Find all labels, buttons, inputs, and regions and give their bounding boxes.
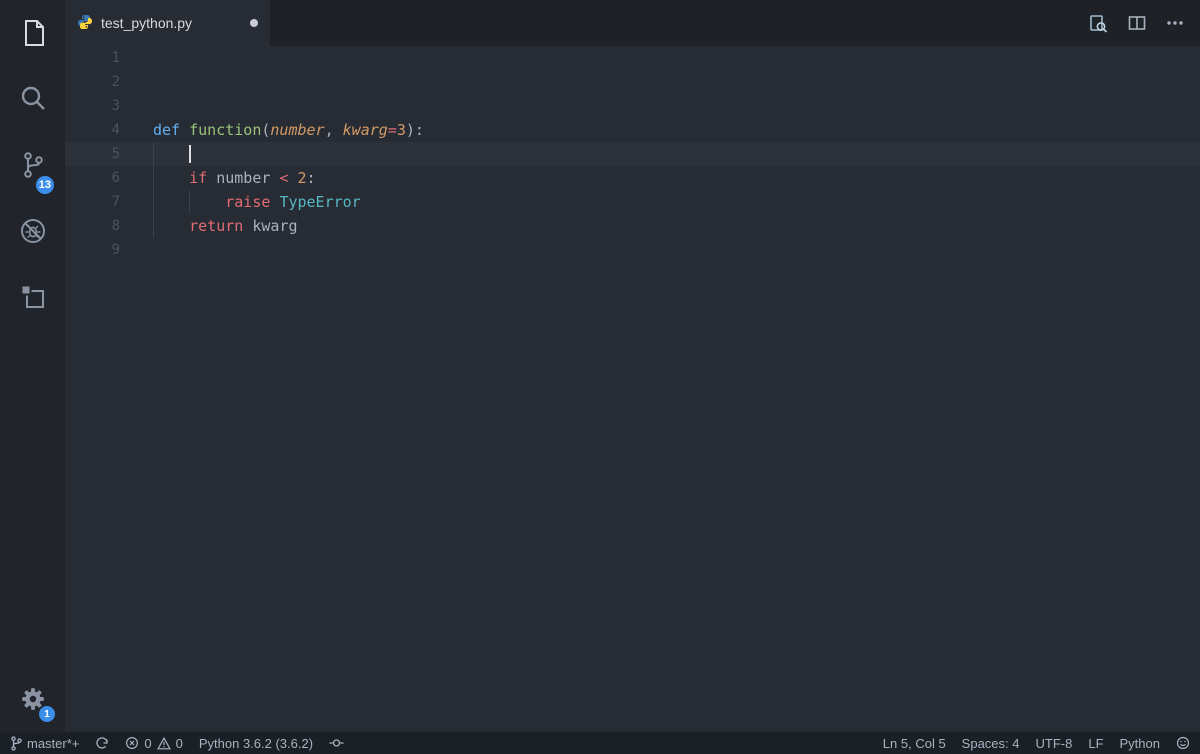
indentation-label: Spaces: 4 xyxy=(962,736,1020,751)
activity-bar: 13 xyxy=(0,0,65,732)
line-number: 5 xyxy=(65,142,153,166)
code-line xyxy=(153,238,1200,262)
code-line: def function(number, kwarg=3): xyxy=(153,118,1200,142)
editor-lines: 1234def function(number, kwarg=3):5 6 if… xyxy=(65,46,1200,262)
editor-line[interactable]: 7 raise TypeError xyxy=(65,190,1200,214)
python-interpreter-status[interactable]: Python 3.6.2 (3.6.2) xyxy=(199,736,313,751)
editor-line[interactable]: 8 return kwarg xyxy=(65,214,1200,238)
code-line xyxy=(153,94,1200,118)
settings-badge: 1 xyxy=(39,706,55,722)
debug-no-bug-icon xyxy=(18,216,48,246)
indent-guide xyxy=(189,190,190,214)
encoding-label: UTF-8 xyxy=(1036,736,1073,751)
indent-guide xyxy=(153,214,154,238)
error-count: 0 xyxy=(144,736,151,751)
indent-guide xyxy=(153,166,154,190)
line-number: 9 xyxy=(65,238,153,262)
editor-line[interactable]: 3 xyxy=(65,94,1200,118)
editor-line[interactable]: 9 xyxy=(65,238,1200,262)
explorer-files-icon xyxy=(18,17,48,49)
smiley-icon xyxy=(1176,736,1190,750)
language-label: Python xyxy=(1120,736,1160,751)
cursor-position-status[interactable]: Ln 5, Col 5 xyxy=(883,736,946,751)
line-col-label: Ln 5, Col 5 xyxy=(883,736,946,751)
search-icon xyxy=(18,84,48,114)
line-number: 2 xyxy=(65,70,153,94)
activity-source-control-button[interactable]: 13 xyxy=(0,132,65,198)
python-file-icon xyxy=(77,14,93,33)
editor-line[interactable]: 4def function(number, kwarg=3): xyxy=(65,118,1200,142)
editor-group: test_python.py xyxy=(65,0,1200,732)
tab-title: test_python.py xyxy=(101,15,192,31)
file-search-button[interactable] xyxy=(1088,14,1108,33)
scm-badge: 13 xyxy=(36,176,54,194)
encoding-status[interactable]: UTF-8 xyxy=(1036,736,1073,751)
line-number: 4 xyxy=(65,118,153,142)
branch-icon xyxy=(10,736,22,751)
tab-bar: test_python.py xyxy=(65,0,1200,46)
crosshair-icon xyxy=(329,738,344,748)
more-actions-button[interactable] xyxy=(1166,20,1184,26)
editor-line[interactable]: 6 if number < 2: xyxy=(65,166,1200,190)
python-version-label: Python 3.6.2 (3.6.2) xyxy=(199,736,313,751)
eol-label: LF xyxy=(1088,736,1103,751)
sync-button[interactable] xyxy=(95,736,109,750)
code-line: raise TypeError xyxy=(153,190,1200,214)
activity-bar-bottom: 1 xyxy=(0,666,65,732)
sync-icon xyxy=(95,736,109,750)
code-line xyxy=(153,46,1200,70)
problems-status[interactable]: 0 0 xyxy=(125,736,182,751)
vscode-window: 13 xyxy=(0,0,1200,754)
status-bar-left: master*+ 0 xyxy=(10,736,344,751)
line-number: 1 xyxy=(65,46,153,70)
language-mode-status[interactable]: Python xyxy=(1120,736,1160,751)
line-number: 3 xyxy=(65,94,153,118)
extensions-icon xyxy=(18,282,48,312)
indent-guide xyxy=(153,142,154,166)
line-number: 7 xyxy=(65,190,153,214)
warning-icon xyxy=(157,737,171,750)
indentation-status[interactable]: Spaces: 4 xyxy=(962,736,1020,751)
code-editor[interactable]: 1234def function(number, kwarg=3):5 6 if… xyxy=(65,46,1200,732)
crosshair-status-button[interactable] xyxy=(329,738,344,748)
editor-actions xyxy=(1088,0,1200,46)
code-line: if number < 2: xyxy=(153,166,1200,190)
code-line xyxy=(153,142,1200,166)
status-bar-right: Ln 5, Col 5 Spaces: 4 UTF-8 LF Python xyxy=(883,736,1190,751)
activity-extensions-button[interactable] xyxy=(0,264,65,330)
eol-status[interactable]: LF xyxy=(1088,736,1103,751)
activity-settings-button[interactable]: 1 xyxy=(0,666,65,732)
editor-line[interactable]: 2 xyxy=(65,70,1200,94)
editor-line[interactable]: 5 xyxy=(65,142,1200,166)
line-number: 6 xyxy=(65,166,153,190)
line-number: 8 xyxy=(65,214,153,238)
status-bar: master*+ 0 xyxy=(0,732,1200,754)
activity-bar-top: 13 xyxy=(0,0,65,330)
text-cursor xyxy=(189,145,191,163)
git-branch-status[interactable]: master*+ xyxy=(10,736,79,751)
modified-indicator-dot xyxy=(250,19,258,27)
branch-label: master*+ xyxy=(27,736,79,751)
editor-line[interactable]: 1 xyxy=(65,46,1200,70)
activity-search-button[interactable] xyxy=(0,66,65,132)
code-line: return kwarg xyxy=(153,214,1200,238)
activity-debug-button[interactable] xyxy=(0,198,65,264)
warning-count: 0 xyxy=(176,736,183,751)
tab-test-python[interactable]: test_python.py xyxy=(65,0,270,46)
error-icon xyxy=(125,736,139,750)
indent-guide xyxy=(153,190,154,214)
feedback-button[interactable] xyxy=(1176,736,1190,750)
code-line xyxy=(153,70,1200,94)
split-editor-button[interactable] xyxy=(1128,15,1146,31)
workbench: 13 xyxy=(0,0,1200,732)
activity-explorer-button[interactable] xyxy=(0,0,65,66)
